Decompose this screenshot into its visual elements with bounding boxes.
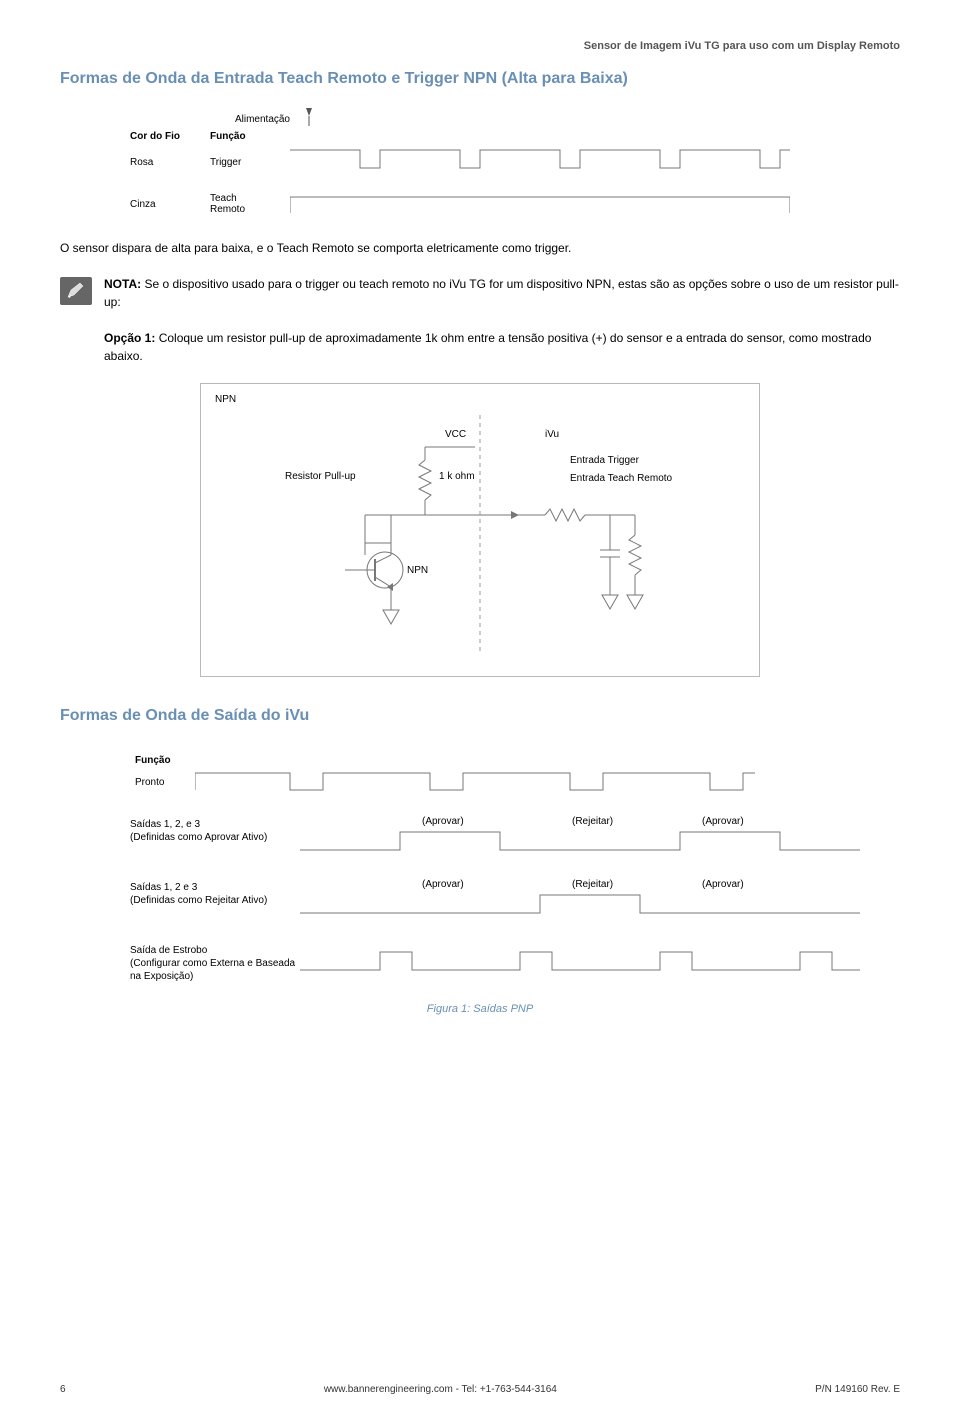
note-opcao-prefix: Opção 1:	[104, 331, 155, 345]
label-saidas123b: Saídas 1, 2 e 3	[130, 882, 197, 893]
label-teach: Teach	[210, 193, 237, 204]
label-saidas-aprovar: Saídas 1, 2, e 3 (Definidas como Aprovar…	[130, 818, 300, 844]
svg-text:Entrada Teach Remoto: Entrada Teach Remoto	[570, 473, 673, 484]
section1-title: Formas de Onda da Entrada Teach Remoto e…	[60, 70, 900, 88]
label-trigger: Trigger	[210, 157, 290, 168]
label-def-aprovar: (Definidas como Aprovar Ativo)	[130, 832, 267, 843]
caption-aprovar-1: (Aprovar)	[422, 816, 464, 827]
note-text: NOTA: Se o dispositivo usado para o trig…	[104, 275, 900, 365]
caption-aprovar-3: (Aprovar)	[422, 879, 464, 890]
note-line1: Se o dispositivo usado para o trigger ou…	[104, 277, 899, 309]
circuit-diagram: NPN VCC Resistor Pull-up 1 k ohm iVu Ent…	[200, 383, 760, 677]
figure-caption: Figura 1: Saídas PNP	[60, 1003, 900, 1015]
estrobo-waveform-icon	[300, 944, 860, 976]
doc-header: Sensor de Imagem iVu TG para uso com um …	[60, 40, 900, 52]
caption-aprovar-4: (Aprovar)	[702, 879, 744, 890]
label-saidas-rejeitar: Saídas 1, 2 e 3 (Definidas como Rejeitar…	[130, 881, 300, 907]
label-funcao2: Função	[135, 755, 900, 766]
note-block: NOTA: Se o dispositivo usado para o trig…	[60, 275, 900, 365]
caption-aprovar-2: (Aprovar)	[702, 816, 744, 827]
label-estrobo1: Saída de Estrobo	[130, 945, 207, 956]
teach-waveform-icon	[290, 193, 790, 217]
label-rosa: Rosa	[130, 157, 210, 168]
caption-rejeitar-2: (Rejeitar)	[572, 879, 613, 890]
page-footer: 6 www.bannerengineering.com - Tel: +1-76…	[60, 1384, 900, 1395]
note-opcao-text: Coloque um resistor pull-up de aproximad…	[104, 331, 871, 363]
label-def-rejeitar: (Definidas como Rejeitar Ativo)	[130, 895, 267, 906]
label-estrobo2: (Configurar como Externa e Baseada na Ex…	[130, 958, 295, 982]
footer-right: P/N 149160 Rev. E	[815, 1384, 900, 1395]
label-pronto: Pronto	[135, 777, 195, 788]
label-cor-do-fio: Cor do Fio	[130, 131, 210, 142]
trigger-waveform-icon	[290, 146, 790, 174]
output-waveforms: Função Pronto Saídas 1, 2, e 3 (Definida…	[60, 755, 900, 1015]
circuit-svg: VCC Resistor Pull-up 1 k ohm iVu Entrada…	[215, 415, 745, 655]
label-alimentacao: Alimentação	[210, 114, 300, 125]
footer-page: 6	[60, 1384, 66, 1395]
svg-text:1 k ohm: 1 k ohm	[439, 471, 475, 482]
label-remoto: Remoto	[210, 204, 245, 215]
para-sensor-dispara: O sensor dispara de alta para baixa, e o…	[60, 240, 900, 257]
svg-text:iVu: iVu	[545, 429, 559, 440]
waveform-input-block: Alimentação Cor do Fio Função Rosa Trigg…	[130, 106, 900, 222]
circuit-npn-label: NPN	[215, 394, 745, 405]
caption-rejeitar-1: (Rejeitar)	[572, 816, 613, 827]
label-funcao: Função	[210, 131, 290, 142]
footer-center: www.bannerengineering.com - Tel: +1-763-…	[324, 1384, 557, 1395]
section2-title: Formas de Onda de Saída do iVu	[60, 707, 900, 725]
svg-text:Entrada Trigger: Entrada Trigger	[570, 455, 640, 466]
label-teach-remoto: Teach Remoto	[210, 193, 290, 215]
pencil-icon	[60, 277, 92, 305]
svg-text:Resistor Pull-up: Resistor Pull-up	[285, 471, 356, 482]
pronto-waveform-icon	[195, 770, 755, 796]
svg-text:NPN: NPN	[407, 565, 428, 576]
label-saidas123a: Saídas 1, 2, e 3	[130, 819, 200, 830]
note-prefix: NOTA:	[104, 277, 141, 291]
label-cinza: Cinza	[130, 193, 210, 210]
power-triangle-icon	[300, 106, 800, 128]
svg-text:VCC: VCC	[445, 429, 466, 440]
label-estrobo: Saída de Estrobo (Configurar como Extern…	[130, 944, 300, 983]
